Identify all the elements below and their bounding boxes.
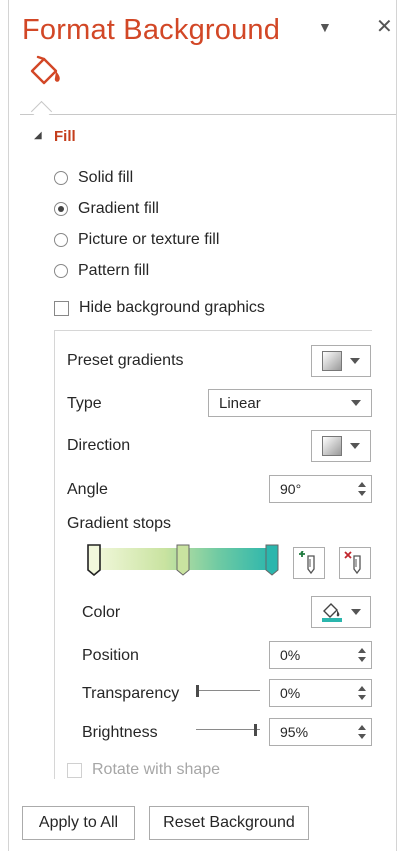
radio-label: Gradient fill [78,200,159,217]
close-icon[interactable]: ✕ [376,14,393,39]
direction-dropdown[interactable] [311,430,371,462]
chevron-down-icon [351,609,361,615]
checkbox-label: Hide background graphics [79,299,265,316]
increment-icon[interactable] [358,648,366,653]
spinner-arrows[interactable] [353,719,371,745]
paint-bucket-icon[interactable] [28,54,64,90]
gradient-direction-icon [322,436,342,456]
color-picker-dropdown[interactable] [311,596,371,628]
radio-label: Pattern fill [78,262,150,279]
transparency-spinner[interactable]: 0% [269,679,372,707]
spinner-arrows[interactable] [353,642,371,668]
fill-section-title[interactable]: Fill [54,128,76,145]
increment-icon[interactable] [358,686,366,691]
section-divider [54,330,372,331]
position-value[interactable]: 0% [280,647,300,663]
chevron-down-icon [350,443,360,449]
type-select-value: Linear [219,394,261,412]
slider-thumb[interactable] [254,724,257,736]
angle-label: Angle [67,481,108,498]
gradient-stop-handle[interactable] [176,544,190,576]
transparency-slider[interactable] [196,683,260,699]
brightness-value[interactable]: 95% [280,724,308,740]
checkbox[interactable] [67,762,82,778]
pane-right-border [396,0,397,851]
preset-gradients-label: Preset gradients [67,352,184,369]
decrement-icon[interactable] [358,491,366,496]
gradient-stop-handle[interactable] [87,544,101,576]
radio-button[interactable] [54,171,68,185]
direction-label: Direction [67,437,131,454]
gradient-stop-handle[interactable] [265,544,279,576]
task-pane-options-icon[interactable]: ▼ [318,19,332,35]
decrement-icon[interactable] [358,657,366,662]
type-select[interactable]: Linear [208,389,372,417]
brightness-spinner[interactable]: 95% [269,718,372,746]
radio-button[interactable] [54,264,68,278]
chevron-down-icon [350,358,360,364]
position-spinner[interactable]: 0% [269,641,372,669]
remove-gradient-stop-button[interactable] [339,547,371,579]
remove-stop-icon [344,551,361,575]
checkbox[interactable] [54,300,69,316]
add-stop-icon [299,551,315,575]
slider-track[interactable] [196,690,260,691]
pane-left-border [8,0,9,851]
gradient-stops-label: Gradient stops [67,515,172,532]
color-label: Color [82,604,121,621]
spinner-arrows[interactable] [353,680,371,706]
radio-label: Solid fill [78,169,134,186]
slider-track[interactable] [196,729,260,730]
decrement-icon[interactable] [358,734,366,739]
gradient-swatch-icon [322,351,342,371]
brightness-label: Brightness [82,724,158,741]
radio-button[interactable] [54,233,68,247]
active-tab-indicator [30,100,53,123]
increment-icon[interactable] [358,482,366,487]
preset-gradients-dropdown[interactable] [311,345,371,377]
rotate-with-shape-checkbox[interactable]: Rotate with shape [67,759,220,781]
transparency-value[interactable]: 0% [280,685,300,701]
reset-background-button[interactable]: Reset Background [149,806,309,840]
pane-title: Format Background [22,14,281,46]
transparency-label: Transparency [82,685,180,702]
angle-value[interactable]: 90° [280,481,301,497]
apply-to-all-button[interactable]: Apply to All [22,806,135,840]
type-label: Type [67,395,102,412]
radio-gradient-fill[interactable]: Gradient fill [54,198,159,220]
collapse-caret-icon[interactable]: ◢ [34,130,42,141]
position-label: Position [82,647,139,664]
add-gradient-stop-button[interactable] [293,547,325,579]
fill-color-icon [322,603,342,622]
angle-spinner[interactable]: 90° [269,475,372,503]
radio-button-selected[interactable] [54,202,68,216]
radio-solid-fill[interactable]: Solid fill [54,167,133,189]
decrement-icon[interactable] [358,695,366,700]
indent-rule [54,331,55,779]
slider-thumb[interactable] [196,685,199,697]
radio-label: Picture or texture fill [78,231,220,248]
chevron-down-icon [351,400,361,406]
tab-strip-divider [20,114,396,115]
brightness-slider[interactable] [196,722,260,738]
radio-picture-fill[interactable]: Picture or texture fill [54,229,219,251]
hide-background-graphics-checkbox[interactable]: Hide background graphics [54,297,265,319]
spinner-arrows[interactable] [353,476,371,502]
radio-pattern-fill[interactable]: Pattern fill [54,260,149,282]
checkbox-label: Rotate with shape [92,761,221,778]
increment-icon[interactable] [358,725,366,730]
